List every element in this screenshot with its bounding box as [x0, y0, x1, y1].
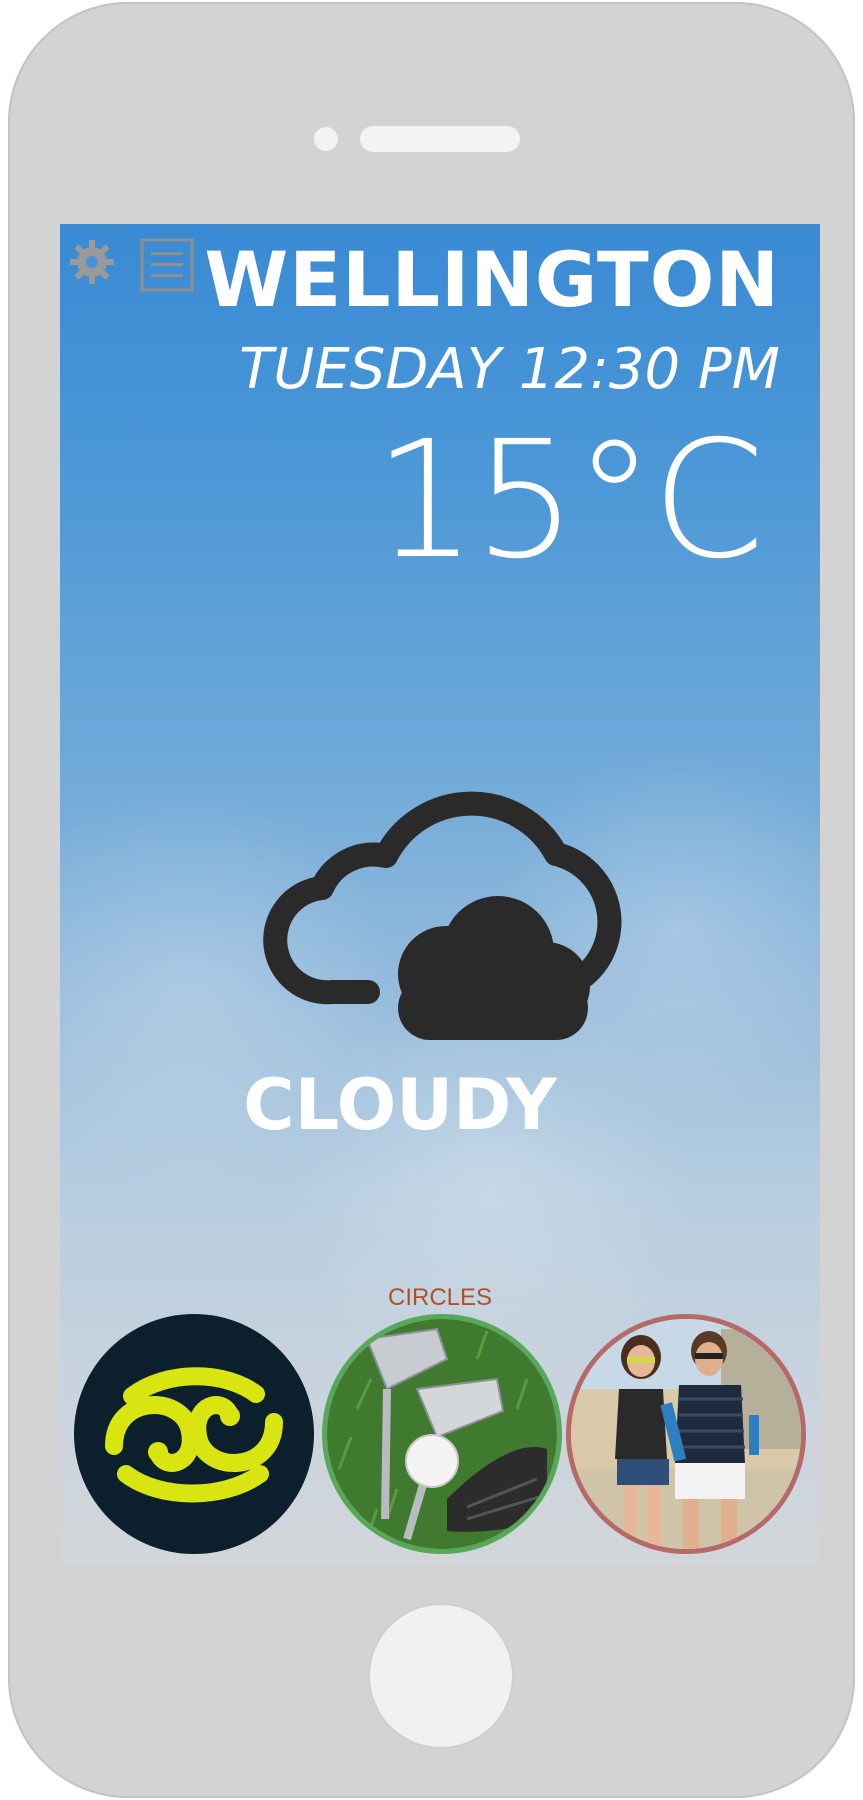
- city-name: WELLINGTON: [204, 235, 780, 324]
- home-button[interactable]: [370, 1605, 512, 1747]
- koru-logo: [105, 1367, 283, 1503]
- golf-photo: [327, 1319, 557, 1549]
- temperature: 15°C: [373, 407, 765, 595]
- front-camera: [314, 127, 338, 151]
- circle-golf[interactable]: [322, 1314, 562, 1554]
- list-menu-icon[interactable]: [140, 238, 194, 292]
- phone-frame: WELLINGTON TUESDAY 12:30 PM 15°C CLOUDY …: [8, 2, 855, 1798]
- weather-screen: WELLINGTON TUESDAY 12:30 PM 15°C CLOUDY …: [60, 224, 820, 1566]
- circle-friends[interactable]: [566, 1314, 806, 1554]
- weather-condition: CLOUDY: [243, 1064, 557, 1146]
- earpiece-speaker: [360, 126, 520, 152]
- friends-photo: [571, 1319, 801, 1549]
- date-time: TUESDAY 12:30 PM: [239, 337, 780, 402]
- circles-label: CIRCLES: [387, 1284, 493, 1311]
- circle-koru[interactable]: [74, 1314, 314, 1554]
- cloud-icon: [238, 756, 638, 1056]
- gear-icon[interactable]: [68, 238, 116, 286]
